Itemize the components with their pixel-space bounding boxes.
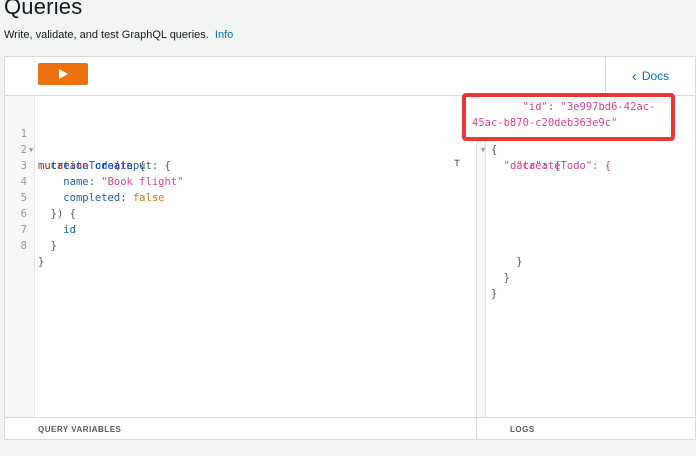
highlighted-id-result: "id": "3e997bd6-42ac- 45ac-b870-c20deb36… — [462, 93, 675, 141]
line-number: 8 — [20, 240, 27, 252]
subtitle-text: Write, validate, and test GraphQL querie… — [4, 29, 209, 41]
editor-line: 3 name: "Book flight" — [5, 142, 184, 188]
code-text: } — [50, 240, 57, 252]
string-value: "Book flight" — [101, 176, 184, 188]
json-key: "createTodo": { — [516, 160, 612, 172]
editor-line: 7 } — [5, 206, 57, 252]
editor-line: 8 } — [5, 222, 45, 268]
field-name: createTodo — [50, 160, 114, 172]
code-text: : { — [151, 160, 171, 172]
editor-line: 6 id — [5, 190, 76, 236]
info-link[interactable]: Info — [215, 29, 233, 41]
argument-name: input — [120, 160, 152, 172]
input-key: completed — [63, 192, 121, 204]
footer-divider — [476, 418, 477, 439]
result-line: } — [487, 238, 525, 268]
result-line: } — [487, 270, 525, 300]
code-text: } — [38, 256, 45, 268]
selection-field: id — [63, 224, 76, 236]
docs-label: Docs — [641, 69, 670, 83]
result-line: } — [487, 254, 525, 284]
editor-line: 4 completed: false — [5, 158, 165, 204]
editor-line: 1 ▼ mutation create { — [5, 110, 146, 172]
query-toolbar: ‹ Docs — [5, 57, 695, 96]
json-key: "id" — [522, 101, 548, 113]
fold-arrow-icon[interactable]: ▼ — [481, 142, 485, 158]
page-title: Queries — [4, 0, 83, 19]
logs-tab[interactable]: LOGS — [510, 425, 535, 434]
json-brace: } — [491, 288, 498, 300]
json-string-value: "3e997bd6-42ac- — [560, 101, 656, 113]
result-line: "createTodo": { — [487, 142, 611, 172]
page-subtitle: Write, validate, and test GraphQL querie… — [4, 29, 233, 41]
text-cursor-icon: ⊤ — [454, 158, 461, 169]
query-variables-tab[interactable]: QUERY VARIABLES — [38, 425, 121, 434]
input-key: name — [63, 176, 89, 188]
play-icon — [58, 69, 68, 79]
boolean-value: false — [132, 192, 165, 204]
run-query-button[interactable] — [38, 63, 88, 85]
docs-button[interactable]: ‹ Docs — [605, 57, 695, 95]
chevron-left-icon: ‹ — [631, 67, 637, 85]
query-editor[interactable]: 1 ▼ mutation create { 2 createTodo(input… — [5, 96, 476, 420]
editor-line: 2 createTodo(input: { — [5, 126, 171, 172]
editor-footer: QUERY VARIABLES LOGS — [5, 417, 695, 439]
code-text: : — [88, 176, 102, 188]
result-viewer: ▼ { ▼ "data": { "createTodo": { } } } — [481, 96, 695, 420]
json-string-value: 45ac-b870-c20deb363e9c" — [472, 117, 618, 129]
code-text: : — [120, 192, 133, 204]
editor-line: 5 }) { — [5, 174, 76, 220]
code-text: }) { — [50, 208, 76, 220]
id-result-text: "id": "3e997bd6-42ac- 45ac-b870-c20deb36… — [472, 101, 656, 129]
